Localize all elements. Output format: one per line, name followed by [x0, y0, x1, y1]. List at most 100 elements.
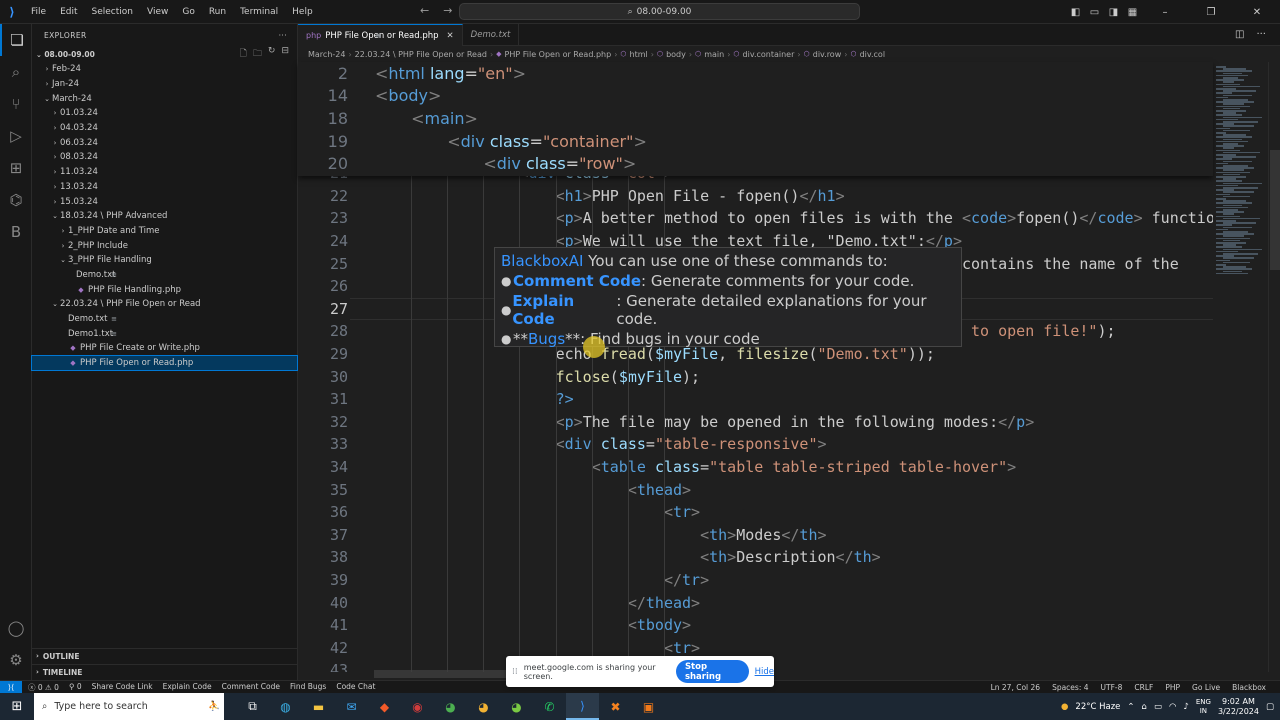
code-line[interactable]: 14 <body> [298, 85, 1213, 108]
more-actions-icon[interactable]: ··· [1256, 29, 1266, 40]
new-file-icon[interactable]: 🗋 [240, 46, 247, 62]
code-line[interactable]: 32 <p>The file may be opened in the follo… [298, 411, 1213, 434]
run-debug-icon[interactable]: ▷ [0, 120, 32, 152]
status-item-go-live[interactable]: Go Live [1192, 683, 1220, 692]
folder-tree-item[interactable]: › 15.03.24 [32, 194, 297, 209]
toggle-secondary-sidebar-icon[interactable]: ◨ [1104, 7, 1123, 18]
minimap[interactable] [1210, 62, 1268, 672]
menu-view[interactable]: View [140, 7, 175, 17]
task-view-icon[interactable]: ⧉ [236, 693, 269, 720]
code-line[interactable]: 33 <div class="table-responsive"> [298, 433, 1213, 456]
code-line[interactable]: 23 <p>A better method to open files is wi… [298, 207, 1213, 230]
breadcrumb-item[interactable]: 22.03.24 \ PHP File Open or Read [355, 50, 487, 59]
status-item-find-bugs[interactable]: Find Bugs [290, 682, 326, 693]
explain-code-link[interactable]: Explain Code [512, 292, 616, 328]
folder-tree-item[interactable]: › 01.03.24 [32, 106, 297, 121]
folder-tree-item[interactable]: › 11.03.24 [32, 165, 297, 180]
problems-indicator[interactable]: ⓧ 0 ⚠ 0 [28, 682, 59, 693]
status-item-php[interactable]: PHP [1165, 683, 1180, 692]
code-line[interactable]: 40 </thead> [298, 591, 1213, 614]
breadcrumb-item[interactable]: html [630, 50, 648, 59]
chrome-icon[interactable]: ◕ [434, 693, 467, 720]
collapse-all-icon[interactable]: ⊟ [281, 46, 289, 62]
code-line[interactable]: 39 </tr> [298, 569, 1213, 592]
breadcrumb-item[interactable]: March-24 [308, 50, 345, 59]
vertical-scrollbar[interactable] [1268, 62, 1280, 672]
breadcrumb-item[interactable]: div.row [813, 50, 842, 59]
weather-text[interactable]: 22°C Haze [1075, 702, 1120, 712]
code-line[interactable]: 2 <html lang="en"> [298, 62, 1213, 85]
close-tab-icon[interactable]: ✕ [447, 31, 454, 41]
timeline-section[interactable]: › TIMELINE [32, 664, 298, 679]
folder-tree-item[interactable]: › 04.03.24 [32, 121, 297, 136]
language-indicator[interactable]: ENG IN [1196, 698, 1211, 716]
status-item-explain-code[interactable]: Explain Code [163, 682, 212, 693]
explorer-icon[interactable]: ❏ [0, 24, 32, 56]
volume-icon[interactable]: ♪ [1183, 702, 1188, 712]
menu-go[interactable]: Go [175, 7, 201, 17]
code-line[interactable]: 34 <table class="table table-striped tabl… [298, 456, 1213, 479]
file-explorer-icon[interactable]: ▬ [302, 693, 335, 720]
folder-tree-item[interactable]: ⌄ 18.03.24 \ PHP Advanced [32, 209, 297, 224]
chrome-profile-2-icon[interactable]: ◕ [500, 693, 533, 720]
file-tree-item[interactable]: ◆ PHP File Open or Read.php [31, 354, 298, 372]
app-launcher-icon[interactable]: ▣ [632, 693, 665, 720]
breadcrumb-item[interactable]: div.container [743, 50, 795, 59]
breadcrumb-item[interactable]: main [704, 50, 724, 59]
status-item-ln-27-col-26[interactable]: Ln 27, Col 26 [991, 683, 1040, 692]
brave-browser-icon[interactable]: ◆ [368, 693, 401, 720]
breadcrumb-item[interactable]: div.col [860, 50, 885, 59]
folder-tree-item[interactable]: ⌄ March-24 [32, 91, 297, 106]
mail-icon[interactable]: ✉ [335, 693, 368, 720]
remote-icon[interactable]: ⌬ [0, 184, 32, 216]
back-arrow-icon[interactable]: ← [420, 4, 429, 17]
drag-handle-icon[interactable]: ⁞⁞ [512, 667, 518, 677]
chrome-profile-icon[interactable]: ◕ [467, 693, 500, 720]
menu-run[interactable]: Run [202, 7, 233, 17]
clock[interactable]: 9:02 AM 3/22/2024 [1218, 697, 1259, 717]
sticky-scroll-header[interactable]: 2 <html lang="en"> 14 <body> 18 <main> 19 <div … [298, 62, 1213, 176]
file-tree-item[interactable]: ≡ Demo1.txt [32, 326, 297, 341]
code-line[interactable]: 18 <main> [298, 107, 1213, 130]
hide-banner-link[interactable]: Hide [755, 667, 774, 677]
menu-edit[interactable]: Edit [53, 7, 84, 17]
status-item-spaces-4[interactable]: Spaces: 4 [1052, 683, 1088, 692]
vscode-taskbar-icon[interactable]: ⟩ [566, 693, 599, 720]
restore-icon[interactable]: ❐ [1188, 7, 1234, 18]
code-line[interactable]: 36 <tr> [298, 501, 1213, 524]
network-icon[interactable]: ⌂ [1142, 702, 1147, 712]
split-editor-icon[interactable]: ◫ [1235, 29, 1244, 40]
battery-icon[interactable]: ▭ [1154, 702, 1162, 712]
remote-indicator-icon[interactable]: ⟩⟨ [0, 680, 22, 694]
blackbox-link[interactable]: BlackboxAI [501, 252, 583, 270]
bugs-link[interactable]: Bugs [528, 330, 565, 348]
outline-section[interactable]: › OUTLINE [32, 648, 298, 663]
status-item-blackbox[interactable]: Blackbox [1232, 683, 1266, 692]
folder-tree-item[interactable]: › Feb-24 [32, 62, 297, 77]
record-app-icon[interactable]: ◉ [401, 693, 434, 720]
notifications-icon[interactable]: ▢ [1266, 702, 1274, 712]
blackbox-icon[interactable]: B [0, 216, 32, 248]
breadcrumb-item[interactable]: body [666, 50, 686, 59]
status-item-comment-code[interactable]: Comment Code [222, 682, 280, 693]
xampp-icon[interactable]: ✖ [599, 693, 632, 720]
file-tree-item[interactable]: ◆ PHP File Create or Write.php [32, 341, 297, 356]
refresh-icon[interactable]: ↻ [268, 46, 276, 62]
source-control-icon[interactable]: ⑂ [0, 88, 32, 120]
status-item-share-code-link[interactable]: Share Code Link [92, 682, 153, 693]
extensions-icon[interactable]: ⊞ [0, 152, 32, 184]
minimize-icon[interactable]: – [1142, 7, 1188, 18]
status-item-utf-8[interactable]: UTF-8 [1101, 683, 1123, 692]
comment-code-link[interactable]: Comment Code [513, 272, 641, 290]
accounts-icon[interactable]: ◯ [0, 612, 32, 644]
code-line[interactable]: 37 <th>Modes</th> [298, 524, 1213, 547]
edge-browser-icon[interactable]: ◍ [269, 693, 302, 720]
file-tree-item[interactable]: ≡ Demo.txt [32, 312, 297, 327]
ports-indicator[interactable]: ⚲ 0 [69, 682, 82, 693]
more-actions-icon[interactable]: ··· [279, 31, 287, 40]
taskbar-search[interactable]: ⌕ Type here to search ⛹ [34, 693, 224, 720]
folder-tree-item[interactable]: › 06.03.24 [32, 135, 297, 150]
file-tree-item[interactable]: ◆ PHP File Handling.php [32, 282, 297, 297]
folder-tree-item[interactable]: › 2_PHP Include [32, 238, 297, 253]
file-tree-item[interactable]: ≡ Demo.txt [32, 268, 297, 283]
